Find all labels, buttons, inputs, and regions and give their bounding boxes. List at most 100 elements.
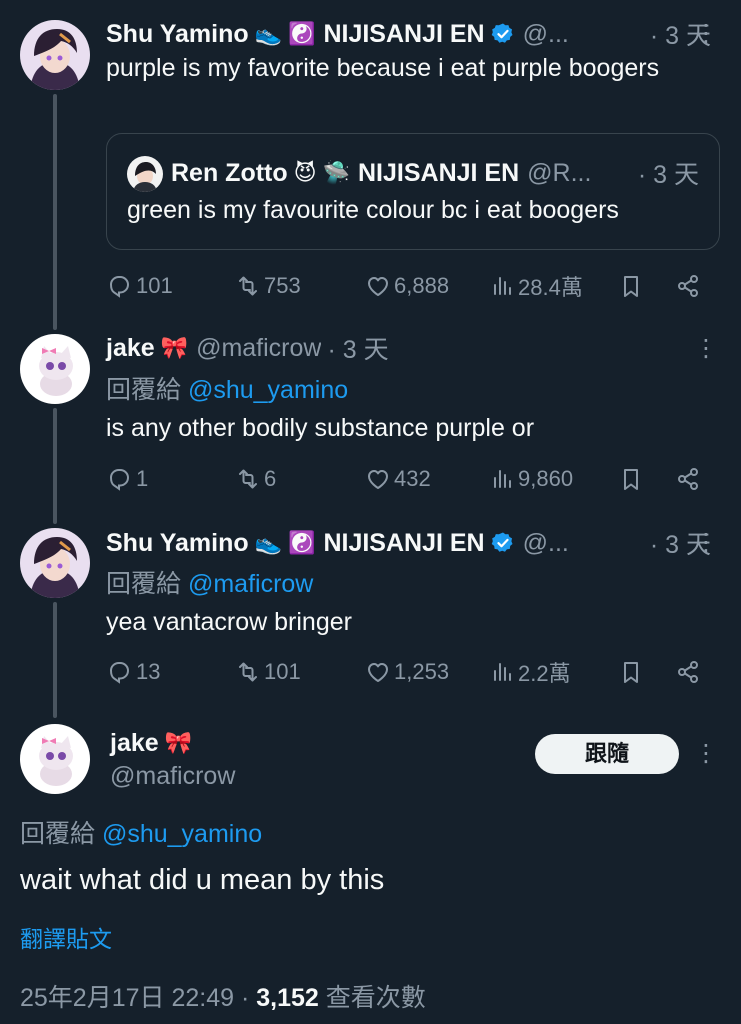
verified-badge-icon[interactable] bbox=[490, 22, 515, 46]
ribbon-emoji: 🎀 bbox=[164, 730, 193, 755]
display-name[interactable]: Shu Yamino bbox=[106, 20, 249, 49]
view-count: 2.2萬 bbox=[518, 661, 571, 686]
bookmark-button[interactable] bbox=[617, 268, 647, 304]
follow-button[interactable]: 跟隨 bbox=[535, 734, 679, 774]
bookmark-button[interactable] bbox=[617, 654, 647, 690]
devil-emoji: 😈 bbox=[293, 160, 317, 185]
shu-avatar-image bbox=[20, 528, 90, 598]
share-button[interactable] bbox=[674, 268, 704, 304]
ribbon-emoji: 🎀 bbox=[160, 335, 189, 360]
display-name[interactable]: jake bbox=[106, 334, 155, 363]
user-handle[interactable]: @... bbox=[523, 20, 644, 49]
tweet-text: purple is my favorite because i eat purp… bbox=[106, 54, 660, 82]
like-count: 432 bbox=[394, 466, 431, 491]
tweet-actions: 1 6 432 9,860 bbox=[106, 461, 706, 497]
meta-separator: · bbox=[240, 984, 250, 1012]
views-button[interactable]: 2.2萬 bbox=[488, 654, 571, 690]
quoted-display-name: Ren Zotto bbox=[171, 158, 288, 187]
user-handle[interactable]: @... bbox=[523, 529, 644, 558]
like-button[interactable]: 6,888 bbox=[364, 268, 449, 304]
more-options-icon[interactable] bbox=[694, 742, 718, 766]
replying-to-label: 回覆給 bbox=[106, 570, 182, 598]
share-icon bbox=[678, 468, 698, 490]
views-chart-icon bbox=[494, 663, 511, 681]
user-handle[interactable]: @maficrow bbox=[110, 762, 235, 791]
avatar[interactable] bbox=[20, 334, 90, 404]
like-button[interactable]: 1,253 bbox=[364, 654, 449, 690]
repost-icon bbox=[239, 662, 257, 682]
views-chart-icon bbox=[494, 470, 511, 488]
quoted-tweet[interactable]: Ren Zotto 😈 🛸 NIJISANJI EN @R... · 3 天 g… bbox=[106, 133, 720, 250]
replying-to-label: 回覆給 bbox=[106, 376, 182, 404]
repost-button[interactable]: 101 bbox=[234, 654, 301, 690]
like-button[interactable]: 432 bbox=[364, 461, 431, 497]
replying-to-line: 回覆給 @shu_yamino bbox=[20, 814, 262, 850]
views-button[interactable]: 9,860 bbox=[488, 461, 573, 497]
mention-link[interactable]: @shu_yamino bbox=[102, 820, 262, 848]
verified-badge-icon[interactable] bbox=[490, 531, 515, 555]
quoted-timestamp: · 3 天 bbox=[637, 161, 699, 189]
timestamp[interactable]: · 3 天 bbox=[327, 330, 388, 366]
ufo-emoji: 🛸 bbox=[322, 160, 350, 185]
quoted-user-handle: @R... bbox=[527, 158, 592, 187]
jake-avatar-image bbox=[20, 724, 90, 794]
heart-icon bbox=[368, 663, 388, 682]
reply-button[interactable]: 1 bbox=[106, 461, 148, 497]
more-options-icon[interactable] bbox=[694, 337, 718, 361]
quoted-tweet-header: Ren Zotto 😈 🛸 NIJISANJI EN @R... · 3 天 bbox=[171, 154, 699, 192]
quoted-affiliation-label: NIJISANJI EN bbox=[357, 158, 520, 187]
more-options-icon[interactable] bbox=[694, 531, 718, 555]
repost-count: 6 bbox=[264, 466, 277, 491]
tweet-actions: 13 101 1,253 2.2萬 bbox=[106, 654, 706, 690]
share-icon bbox=[678, 275, 698, 297]
repost-count: 753 bbox=[264, 273, 301, 298]
replying-to-line: 回覆給 @maficrow bbox=[106, 564, 313, 600]
repost-icon bbox=[239, 276, 257, 296]
post-view-count: 3,152 bbox=[256, 984, 319, 1012]
heart-icon bbox=[368, 470, 388, 489]
repost-button[interactable]: 753 bbox=[234, 268, 301, 304]
thread-connector-line bbox=[53, 602, 57, 718]
display-name[interactable]: Shu Yamino bbox=[106, 529, 249, 558]
bookmark-button[interactable] bbox=[617, 461, 647, 497]
thread-connector-line bbox=[53, 94, 57, 330]
display-name[interactable]: jake bbox=[110, 729, 159, 758]
avatar[interactable] bbox=[20, 528, 90, 598]
tweet-header: Shu Yamino 👟 ☯️ NIJISANJI EN @... · 3 天 bbox=[106, 525, 711, 561]
quoted-avatar bbox=[127, 156, 163, 192]
mention-link[interactable]: @shu_yamino bbox=[188, 376, 348, 404]
bookmark-icon bbox=[624, 662, 638, 683]
shoe-emoji: 👟 bbox=[254, 530, 283, 555]
reply-button[interactable]: 101 bbox=[106, 268, 173, 304]
post-timestamp[interactable]: 25年2月17日 22:49 bbox=[20, 984, 234, 1012]
shu-avatar-image bbox=[20, 20, 90, 90]
repost-count: 101 bbox=[264, 659, 301, 684]
quoted-tweet-text: green is my favourite colour bc i eat bo… bbox=[127, 196, 619, 224]
share-button[interactable] bbox=[674, 654, 704, 690]
tweet-text: is any other bodily substance purple or bbox=[106, 414, 535, 442]
avatar[interactable] bbox=[20, 724, 90, 794]
focused-tweet-text: wait what did u mean by this bbox=[20, 864, 385, 896]
translate-post-link[interactable]: 翻譯貼文 bbox=[20, 920, 112, 954]
bookmark-icon bbox=[624, 469, 638, 490]
mention-link[interactable]: @maficrow bbox=[188, 570, 313, 598]
yin-yang-emoji: ☯️ bbox=[288, 530, 316, 555]
like-count: 1,253 bbox=[394, 659, 450, 684]
repost-icon bbox=[239, 469, 257, 489]
reply-button[interactable]: 13 bbox=[106, 654, 160, 690]
more-options-icon[interactable] bbox=[694, 22, 718, 46]
user-handle[interactable]: @maficrow bbox=[196, 334, 321, 363]
affiliation-label: NIJISANJI EN bbox=[323, 19, 485, 48]
share-button[interactable] bbox=[674, 461, 704, 497]
share-icon bbox=[678, 661, 698, 683]
yin-yang-emoji: ☯️ bbox=[288, 21, 316, 46]
avatar[interactable] bbox=[20, 20, 90, 90]
view-count: 9,860 bbox=[518, 466, 574, 491]
view-count: 28.4萬 bbox=[518, 275, 583, 300]
bookmark-icon bbox=[624, 276, 638, 297]
jake-avatar-image bbox=[20, 334, 90, 404]
post-metadata: 25年2月17日 22:49 · 3,152 查看次數 bbox=[20, 978, 426, 1014]
repost-button[interactable]: 6 bbox=[234, 461, 276, 497]
views-button[interactable]: 28.4萬 bbox=[488, 268, 583, 304]
tweet-header: jake 🎀 @maficrow · 3 天 bbox=[106, 330, 711, 366]
